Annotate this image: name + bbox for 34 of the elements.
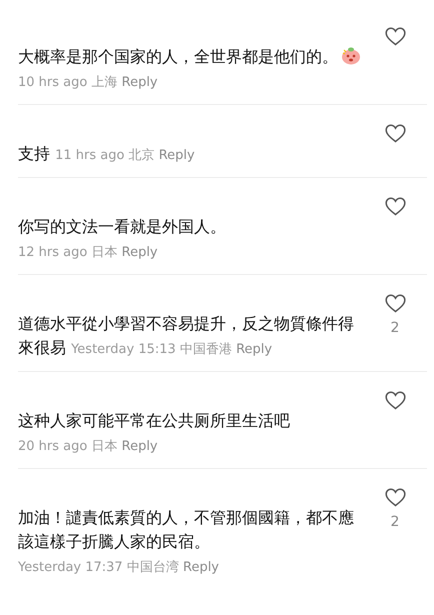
comment-text: 你写的文法一看就是外国人。 — [18, 217, 226, 236]
like-icon[interactable] — [384, 391, 406, 410]
reply-link[interactable]: Reply — [158, 148, 195, 163]
comment-location: 上海 — [91, 75, 118, 90]
like-count: 2 — [390, 319, 400, 337]
comment-location: 北京 — [128, 148, 155, 163]
comment-text: 加油！譴責低素質的人，不管那個國籍，都不應 — [18, 507, 355, 529]
like-icon[interactable] — [384, 294, 406, 313]
reply-link[interactable]: Reply — [122, 75, 158, 90]
comment-text: 該這樣子折騰人家的民宿。 — [18, 532, 210, 551]
reply-link[interactable]: Reply — [122, 439, 158, 454]
comment-time: Yesterday 17:37 — [18, 560, 123, 575]
comment-time: 10 hrs ago — [18, 75, 88, 90]
comment-location: 中国台湾 — [126, 560, 179, 575]
comment-location: 日本 — [91, 245, 118, 260]
reply-link[interactable]: Reply — [236, 342, 272, 357]
comment-time: 11 hrs ago — [55, 148, 124, 163]
comment-location: 日本 — [91, 439, 118, 454]
reply-link[interactable]: Reply — [183, 560, 220, 575]
like-icon[interactable] — [384, 27, 406, 46]
comment-time: Yesterday 15:13 — [71, 342, 176, 357]
like-icon[interactable] — [384, 197, 406, 216]
comment-text: 大概率是那个国家的人，全世界都是他们的。 — [18, 47, 338, 66]
comment-text: 支持 — [18, 144, 50, 163]
like-icon[interactable] — [384, 488, 406, 507]
reply-link[interactable]: Reply — [122, 245, 158, 260]
comment-text: 來很易 — [18, 338, 66, 357]
like-count: 2 — [390, 513, 400, 531]
comment-location: 中国香港 — [180, 342, 232, 357]
comment-text: 道德水平從小學習不容易提升，反之物質條件得 — [18, 313, 355, 335]
comment-text: 这种人家可能平常在公共厕所里生活吧 — [18, 411, 290, 430]
comment-time: 12 hrs ago — [18, 245, 88, 260]
comment-time: 20 hrs ago — [18, 439, 88, 454]
like-icon[interactable] — [384, 124, 406, 143]
